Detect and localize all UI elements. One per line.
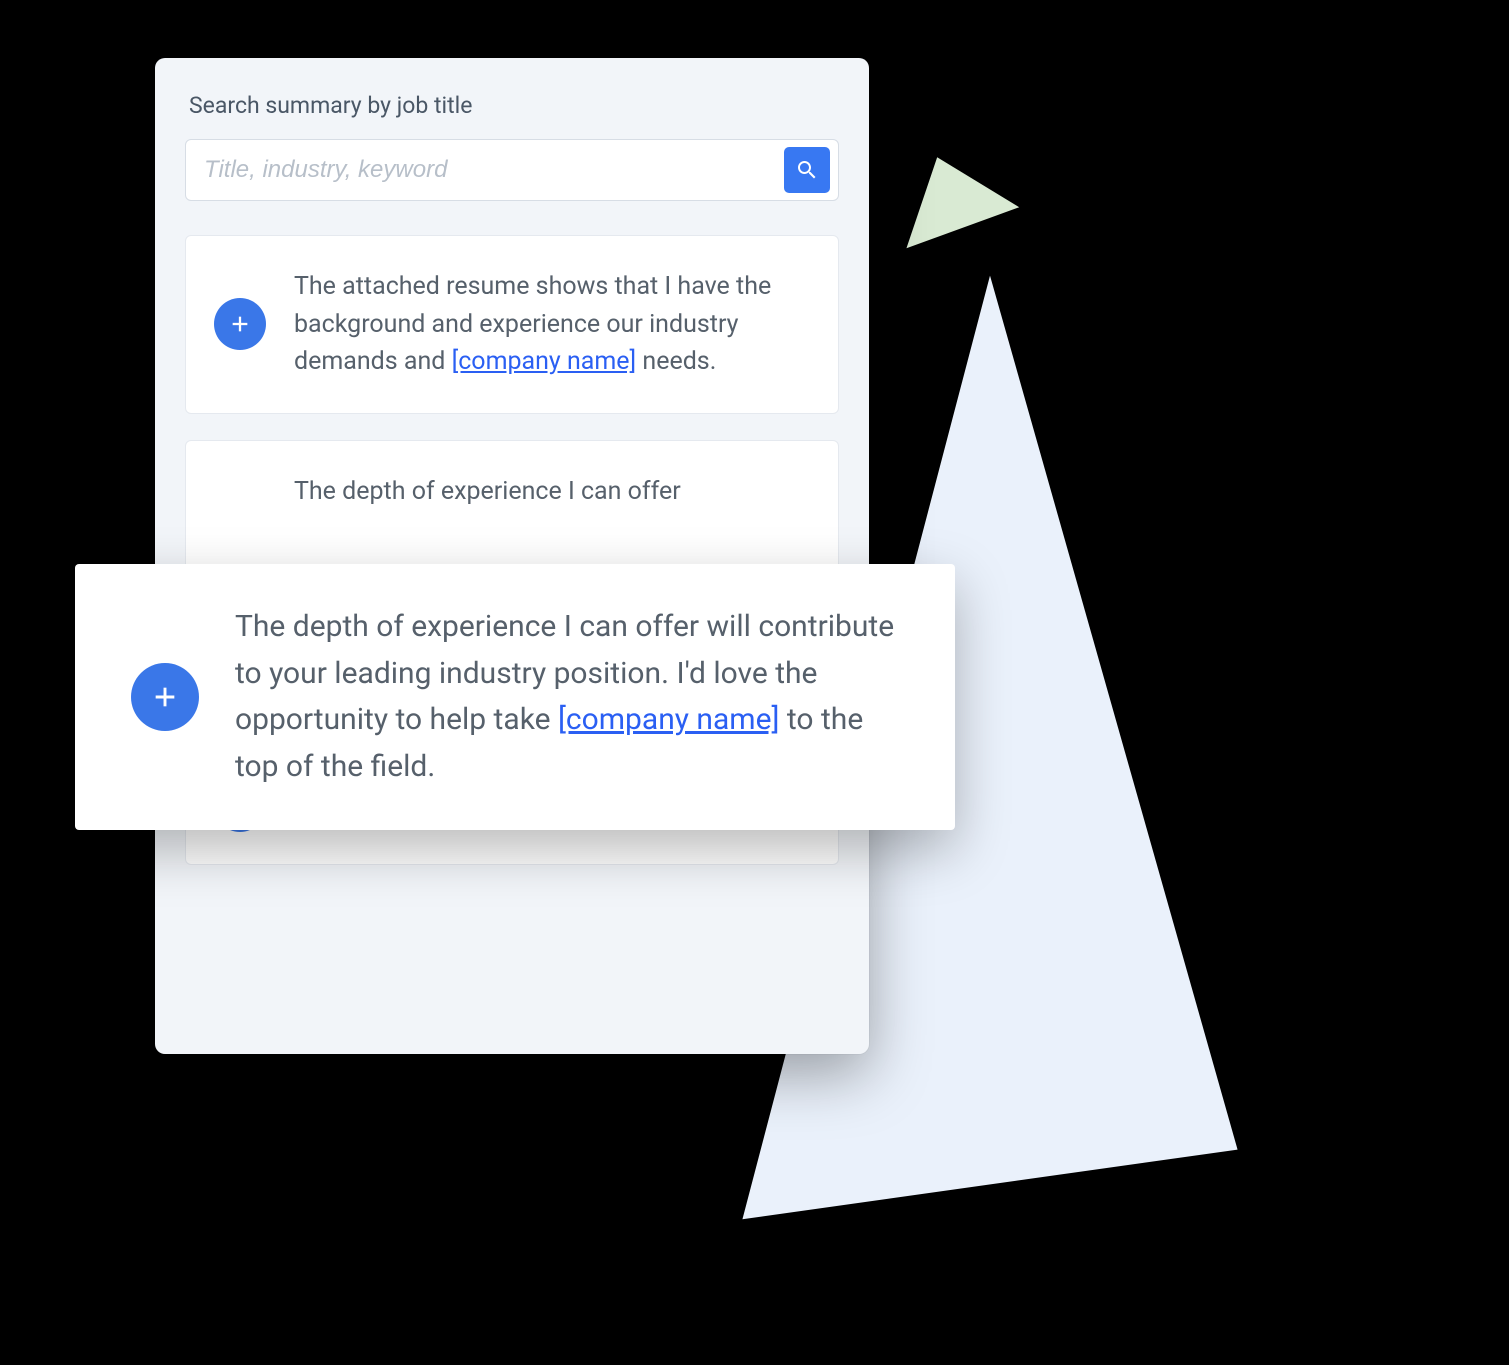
search-bar bbox=[185, 139, 839, 201]
search-summary-panel: Search summary by job title The attached… bbox=[155, 58, 869, 1054]
plus-icon bbox=[229, 313, 251, 335]
overlay-summary-text: The depth of experience I can offer will… bbox=[235, 604, 905, 790]
summary-text-1-after: needs. bbox=[636, 347, 716, 376]
summary-card-1: The attached resume shows that I have th… bbox=[185, 235, 839, 414]
plus-icon bbox=[151, 683, 179, 711]
search-button[interactable] bbox=[784, 147, 830, 193]
summary-text-1: The attached resume shows that I have th… bbox=[294, 268, 804, 381]
search-input[interactable] bbox=[204, 156, 784, 184]
decorative-triangle-small bbox=[881, 137, 1019, 249]
panel-title: Search summary by job title bbox=[185, 92, 839, 119]
summary-placeholder-1[interactable]: [company name] bbox=[452, 347, 637, 376]
overlay-add-button[interactable] bbox=[131, 663, 199, 731]
summary-text-2: The depth of experience I can offer bbox=[294, 473, 681, 511]
overlay-summary-card: The depth of experience I can offer will… bbox=[75, 564, 955, 830]
add-button-1[interactable] bbox=[214, 298, 266, 350]
search-icon bbox=[795, 158, 819, 182]
overlay-placeholder[interactable]: [company name] bbox=[558, 702, 780, 737]
summary-text-2-before: The depth of experience I can offer bbox=[294, 477, 681, 506]
